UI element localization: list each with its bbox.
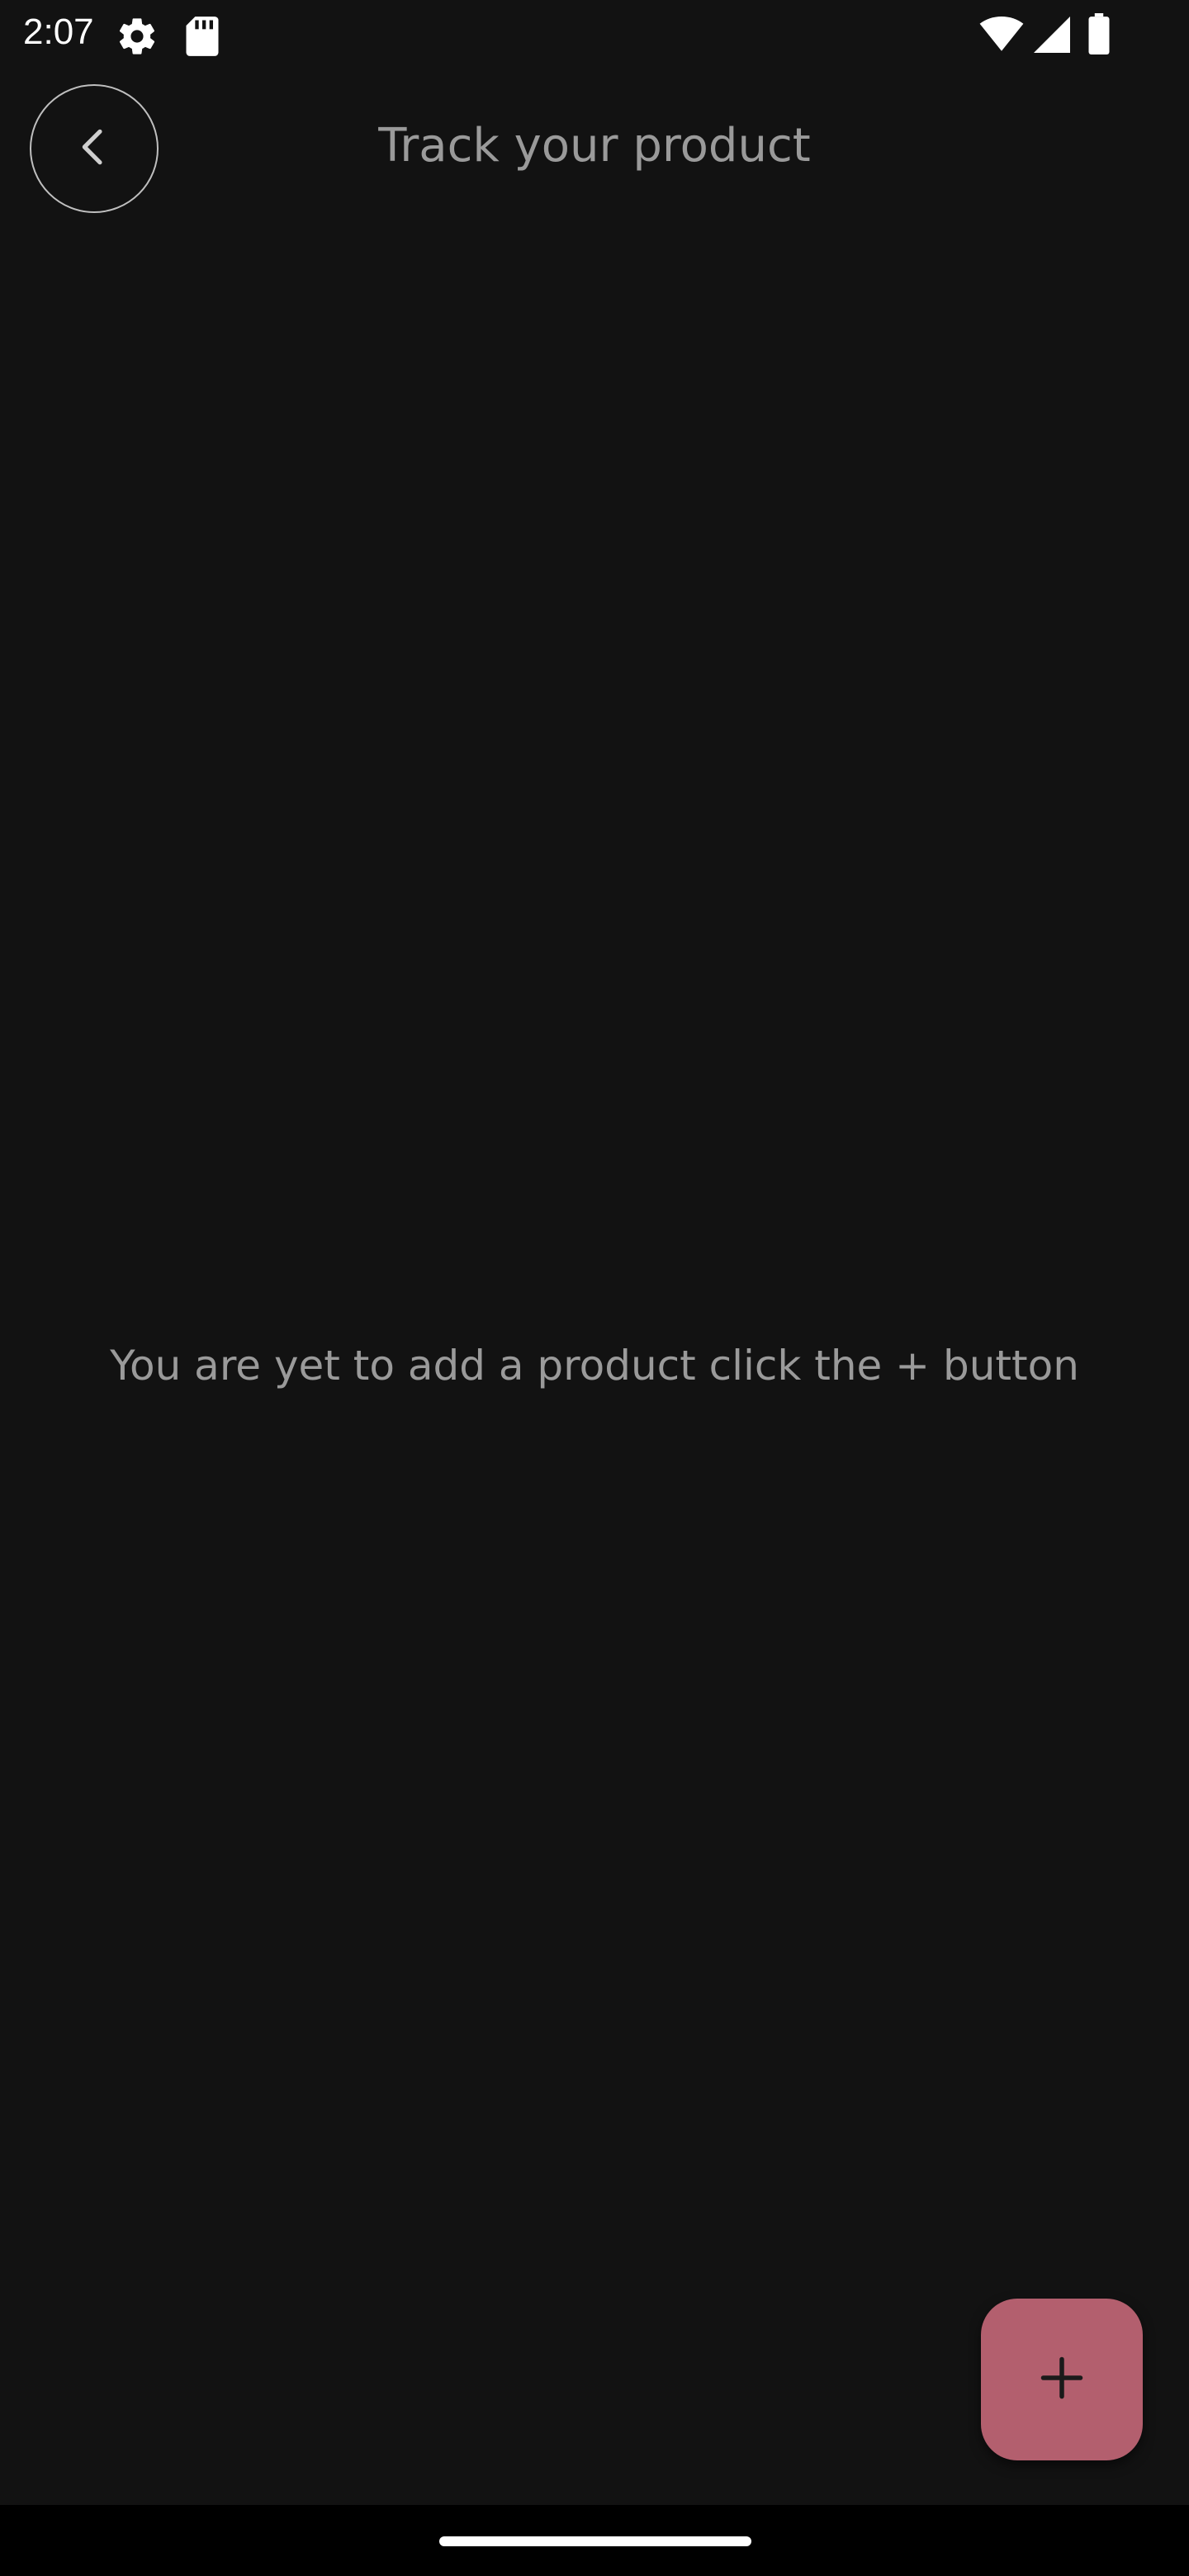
- page-title: Track your product: [378, 119, 811, 173]
- wifi-icon: [979, 17, 1024, 57]
- plus-icon: [1037, 2353, 1087, 2407]
- empty-state-message: You are yet to add a product click the +…: [110, 1342, 1079, 1390]
- app-header: Track your product: [0, 69, 1189, 234]
- status-bar: 2:07: [0, 0, 1189, 69]
- home-indicator[interactable]: [439, 2536, 751, 2546]
- cell-signal-icon: [1034, 17, 1070, 57]
- settings-gear-icon: [116, 15, 159, 62]
- battery-icon: [1088, 13, 1110, 59]
- sd-card-icon: [183, 15, 221, 62]
- add-product-button[interactable]: [981, 2299, 1143, 2460]
- system-nav-bar: [0, 2505, 1189, 2576]
- status-time: 2:07: [23, 12, 94, 52]
